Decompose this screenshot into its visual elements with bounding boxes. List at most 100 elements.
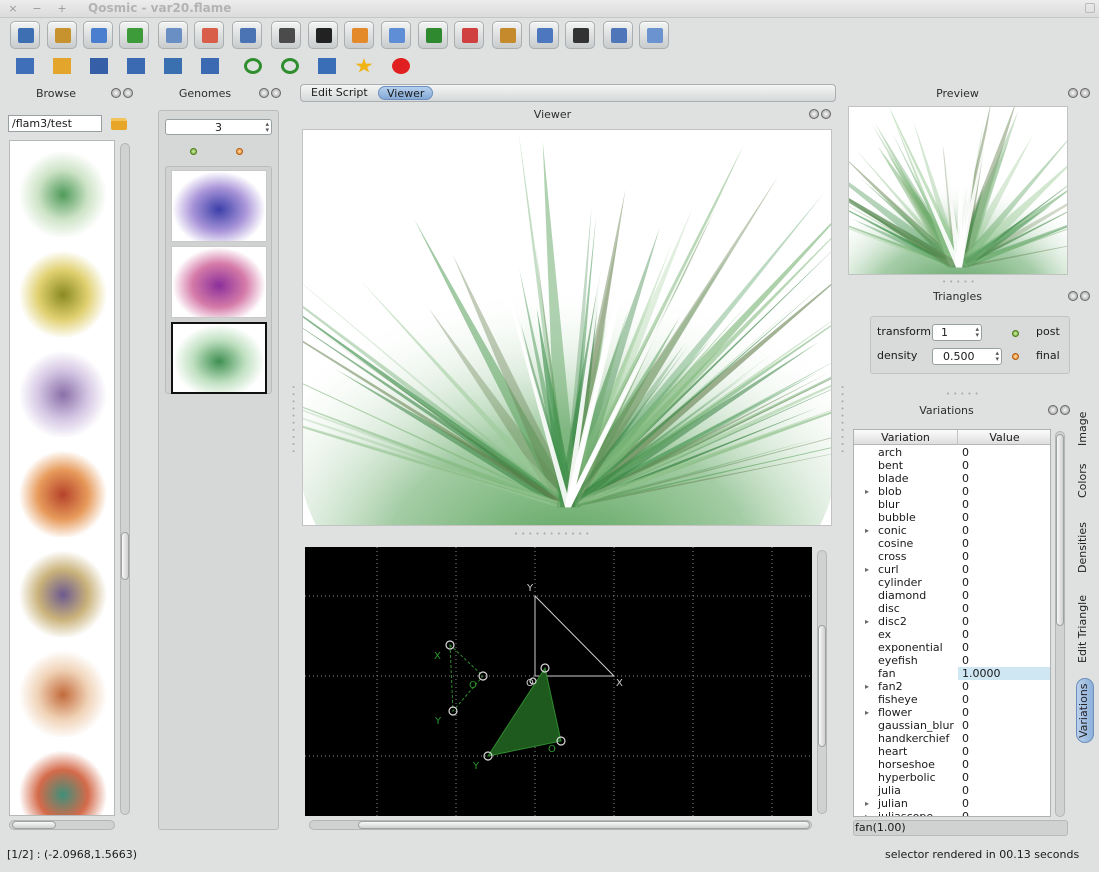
variation-value[interactable]: 0 (962, 472, 969, 485)
variation-row[interactable]: heart 0 (854, 745, 1050, 758)
genomes-panel-buttons[interactable] (259, 88, 281, 100)
variation-value[interactable]: 0 (962, 602, 969, 615)
variation-value[interactable]: 0 (962, 693, 969, 706)
window-button[interactable] (83, 21, 113, 49)
browse-thumbnail[interactable] (14, 343, 112, 437)
grid-button[interactable] (381, 21, 411, 49)
expand-arrow-icon[interactable]: ▸ (865, 680, 869, 693)
browse-thumbnail[interactable] (14, 443, 112, 537)
browse-thumbnail[interactable] (14, 543, 112, 637)
header-value[interactable]: Value (958, 430, 1050, 445)
select-button[interactable] (314, 53, 340, 79)
variation-row[interactable]: gaussian_blur 0 (854, 719, 1050, 732)
variation-row[interactable]: bent 0 (854, 459, 1050, 472)
variation-value[interactable]: 0 (962, 771, 969, 784)
variation-value[interactable]: 0 (962, 797, 969, 810)
tab-edit-script[interactable]: Edit Script (303, 86, 376, 100)
bar-chart-button[interactable] (454, 21, 484, 49)
variation-value[interactable]: 0 (962, 810, 969, 816)
variation-row[interactable]: julia 0 (854, 784, 1050, 797)
variation-row[interactable]: ▸ curl 0 (854, 563, 1050, 576)
variation-row[interactable]: fan 1.0000 (854, 667, 1050, 680)
variation-row[interactable]: eyefish 0 (854, 654, 1050, 667)
browse-thumbnail[interactable] (14, 243, 112, 337)
redo-button[interactable] (277, 53, 303, 79)
variation-value[interactable]: 0 (962, 680, 969, 693)
list-button[interactable] (565, 21, 595, 49)
new-window-button[interactable] (12, 53, 38, 79)
open-folder-button[interactable] (49, 53, 75, 79)
post-indicator-icon[interactable] (1012, 330, 1019, 337)
editor-hscrollbar[interactable] (309, 820, 812, 830)
variation-row[interactable]: exponential 0 (854, 641, 1050, 654)
expand-arrow-icon[interactable]: ▸ (865, 485, 869, 498)
preview-splitter[interactable]: ••••• (942, 278, 978, 286)
variation-value[interactable]: 0 (962, 784, 969, 797)
triangle-editor-canvas[interactable]: Y X O X Y O Y O (305, 547, 812, 816)
side-tab-edit-triangle[interactable]: Edit Triangle (1076, 589, 1094, 669)
variation-row[interactable]: disc 0 (854, 602, 1050, 615)
export-all-button[interactable] (197, 53, 223, 79)
variation-row[interactable]: ▸ disc2 0 (854, 615, 1050, 628)
variation-value[interactable]: 0 (962, 641, 969, 654)
favorite-star-button[interactable] (351, 53, 377, 79)
variations-scrollbar[interactable] (1055, 431, 1065, 817)
variation-row[interactable]: ▸ blob 0 (854, 485, 1050, 498)
viewer-render[interactable] (302, 129, 832, 526)
close-icon[interactable]: × (6, 2, 20, 16)
header-variation[interactable]: Variation (854, 430, 958, 445)
variation-row[interactable]: blur 0 (854, 498, 1050, 511)
transform-spinbox[interactable]: 1 ▴ ▾ (932, 324, 982, 341)
browse-panel-buttons[interactable] (111, 88, 133, 100)
variation-row[interactable]: ▸ fan2 0 (854, 680, 1050, 693)
palette-button[interactable] (344, 21, 374, 49)
variation-value[interactable]: 0 (962, 537, 969, 550)
browse-thumbnail[interactable] (14, 143, 112, 237)
undo-button[interactable] (240, 53, 266, 79)
script-button[interactable] (639, 21, 669, 49)
variation-value[interactable]: 0 (962, 732, 969, 745)
variation-row[interactable]: bubble 0 (854, 511, 1050, 524)
minimize-icon[interactable]: − (30, 2, 44, 16)
variation-row[interactable]: ▸ julian 0 (854, 797, 1050, 810)
variation-row[interactable]: blade 0 (854, 472, 1050, 485)
variation-expression-field[interactable]: fan(1.00) (853, 820, 1068, 836)
expand-arrow-icon[interactable]: ▸ (865, 524, 869, 537)
variation-value[interactable]: 0 (962, 446, 969, 459)
expand-arrow-icon[interactable]: ▸ (865, 706, 869, 719)
palette-grid-button[interactable] (194, 21, 224, 49)
genome-thumbnail[interactable] (171, 322, 267, 394)
variation-row[interactable]: ▸ juliascope 0 (854, 810, 1050, 816)
triangles-splitter[interactable]: ••••• (946, 390, 982, 398)
expand-arrow-icon[interactable]: ▸ (865, 810, 869, 816)
variation-row[interactable]: diamond 0 (854, 589, 1050, 602)
genome-thumbnail[interactable] (171, 170, 267, 242)
variation-row[interactable]: ▸ conic 0 (854, 524, 1050, 537)
export-button[interactable] (160, 53, 186, 79)
path-input[interactable]: /flam3/test (8, 115, 102, 132)
v-splitter-right[interactable]: •••••••••• (838, 385, 846, 456)
genome-remove-icon[interactable] (236, 148, 243, 155)
side-tab-densities[interactable]: Densities (1076, 515, 1094, 580)
density-spinbox[interactable]: 0.500 ▴ ▾ (932, 348, 1002, 365)
editor-vscrollbar[interactable] (817, 550, 827, 814)
side-tab-colors[interactable]: Colors (1076, 456, 1094, 506)
variation-row[interactable]: ex 0 (854, 628, 1050, 641)
variation-row[interactable]: hyperbolic 0 (854, 771, 1050, 784)
genome-add-icon[interactable] (190, 148, 197, 155)
variation-row[interactable]: cosine 0 (854, 537, 1050, 550)
tab-viewer[interactable]: Viewer (378, 86, 434, 100)
variation-row[interactable]: arch 0 (854, 446, 1050, 459)
stop-button[interactable] (388, 53, 414, 79)
variation-value[interactable]: 0 (962, 589, 969, 602)
variation-value[interactable]: 0 (962, 615, 969, 628)
variation-row[interactable]: horseshoe 0 (854, 758, 1050, 771)
variation-value[interactable]: 0 (962, 550, 969, 563)
save-as-button[interactable] (123, 53, 149, 79)
yin-yang-button[interactable] (308, 21, 338, 49)
variations-panel-buttons[interactable] (1048, 405, 1070, 417)
hatch-button[interactable] (529, 21, 559, 49)
monitor-button[interactable] (10, 21, 40, 49)
expand-arrow-icon[interactable]: ▸ (865, 797, 869, 810)
screen-button[interactable] (418, 21, 448, 49)
